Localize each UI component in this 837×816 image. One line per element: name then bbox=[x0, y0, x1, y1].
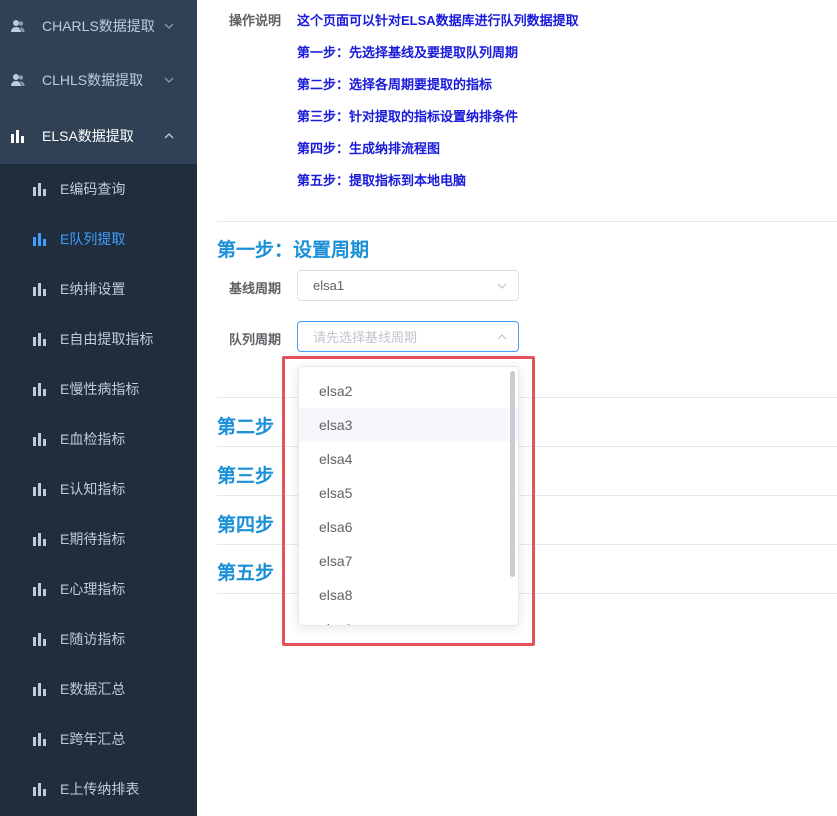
baseline-period-value: elsa1 bbox=[313, 278, 345, 293]
bar-chart-icon bbox=[33, 382, 47, 396]
bar-chart-icon bbox=[33, 332, 47, 346]
menu-group-label: ELSA数据提取 bbox=[42, 128, 134, 144]
divider bbox=[217, 221, 837, 222]
users-icon bbox=[10, 18, 26, 34]
sidebar-item[interactable]: E血检指标 bbox=[0, 414, 197, 464]
step2-title: 第二步 bbox=[217, 417, 275, 438]
cohort-period-label: 队列周期 bbox=[229, 332, 282, 347]
bar-chart-icon bbox=[33, 232, 47, 246]
sidebar-item[interactable]: E上传纳排表 bbox=[0, 764, 197, 814]
bar-chart-icon bbox=[33, 732, 47, 746]
step3-title: 第三步 bbox=[217, 466, 275, 487]
chevron-down-icon bbox=[161, 72, 177, 88]
chevron-down-icon bbox=[496, 280, 508, 292]
sidebar-item[interactable]: E数据汇总 bbox=[0, 664, 197, 714]
sidebar-item-label: E期待指标 bbox=[60, 531, 126, 547]
step1-title: 第一步：设置周期 bbox=[217, 240, 370, 261]
sidebar-item-label: E跨年汇总 bbox=[60, 731, 126, 747]
sidebar-item-label: E随访指标 bbox=[60, 631, 126, 647]
instruction-line: 第五步：提取指标到本地电脑 bbox=[297, 173, 467, 188]
instruction-line: 第三步：针对提取的指标设置纳排条件 bbox=[297, 109, 519, 124]
sidebar-item[interactable]: E随访指标 bbox=[0, 614, 197, 664]
sidebar-item-label: E队列提取 bbox=[60, 231, 126, 247]
highlight-box bbox=[282, 356, 535, 646]
step5-title: 第五步 bbox=[217, 563, 275, 584]
sidebar-item-label: E编码查询 bbox=[60, 181, 126, 197]
sidebar-item-label: E上传纳排表 bbox=[60, 781, 140, 797]
cohort-period-placeholder: 请先选择基线周期 bbox=[313, 330, 418, 345]
menu-group-label: CHARLS数据提取 bbox=[42, 18, 155, 34]
sidebar-item[interactable]: E期待指标 bbox=[0, 514, 197, 564]
sidebar-item-label: E纳排设置 bbox=[60, 281, 126, 297]
sidebar-item-label: E认知指标 bbox=[60, 481, 126, 497]
bar-chart-icon bbox=[33, 182, 47, 196]
sidebar: CHARLS数据提取 CLHLS数据提取 ELSA数据提取 E编码查询 E队列提取… bbox=[0, 0, 197, 816]
sidebar-item[interactable]: E自由提取指标 bbox=[0, 314, 197, 364]
sidebar-item-label: E慢性病指标 bbox=[60, 381, 140, 397]
sidebar-item[interactable]: E心理指标 bbox=[0, 564, 197, 614]
menu-group-elsa[interactable]: ELSA数据提取 bbox=[0, 108, 197, 164]
menu-group-label: CLHLS数据提取 bbox=[42, 72, 144, 88]
sidebar-item[interactable]: E跨年汇总 bbox=[0, 714, 197, 764]
sidebar-item[interactable]: E慢性病指标 bbox=[0, 364, 197, 414]
sidebar-item-label: E心理指标 bbox=[60, 581, 126, 597]
bar-chart-icon bbox=[10, 128, 26, 144]
sidebar-item[interactable]: E纳排设置 bbox=[0, 264, 197, 314]
instruction-line: 第二步：选择各周期要提取的指标 bbox=[297, 77, 493, 92]
chevron-up-icon bbox=[161, 128, 177, 144]
menu-group-charls[interactable]: CHARLS数据提取 bbox=[0, 0, 197, 52]
baseline-period-label: 基线周期 bbox=[229, 281, 282, 296]
step4-title: 第四步 bbox=[217, 515, 275, 536]
instruction-line: 第四步：生成纳排流程图 bbox=[297, 141, 441, 156]
sidebar-item[interactable]: E认知指标 bbox=[0, 464, 197, 514]
instructions-label: 操作说明 bbox=[229, 13, 282, 28]
bar-chart-icon bbox=[33, 532, 47, 546]
cohort-period-select[interactable]: 请先选择基线周期 bbox=[297, 321, 519, 352]
sidebar-item-label: E血检指标 bbox=[60, 431, 126, 447]
bar-chart-icon bbox=[33, 682, 47, 696]
chevron-up-icon bbox=[496, 331, 508, 343]
menu-group-clhls[interactable]: CLHLS数据提取 bbox=[0, 52, 197, 108]
bar-chart-icon bbox=[33, 432, 47, 446]
bar-chart-icon bbox=[33, 782, 47, 796]
sidebar-item[interactable]: E编码查询 bbox=[0, 164, 197, 214]
bar-chart-icon bbox=[33, 632, 47, 646]
sidebar-item-label: E自由提取指标 bbox=[60, 331, 154, 347]
bar-chart-icon bbox=[33, 582, 47, 596]
bar-chart-icon bbox=[33, 482, 47, 496]
chevron-down-icon bbox=[161, 18, 177, 34]
bar-chart-icon bbox=[33, 282, 47, 296]
instruction-line: 这个页面可以针对ELSA数据库进行队列数据提取 bbox=[297, 13, 579, 28]
users-icon bbox=[10, 72, 26, 88]
baseline-period-select[interactable]: elsa1 bbox=[297, 270, 519, 301]
sidebar-item-label: E数据汇总 bbox=[60, 681, 126, 697]
sidebar-item[interactable]: E队列提取 bbox=[0, 214, 197, 264]
instruction-line: 第一步：先选择基线及要提取队列周期 bbox=[297, 45, 519, 60]
